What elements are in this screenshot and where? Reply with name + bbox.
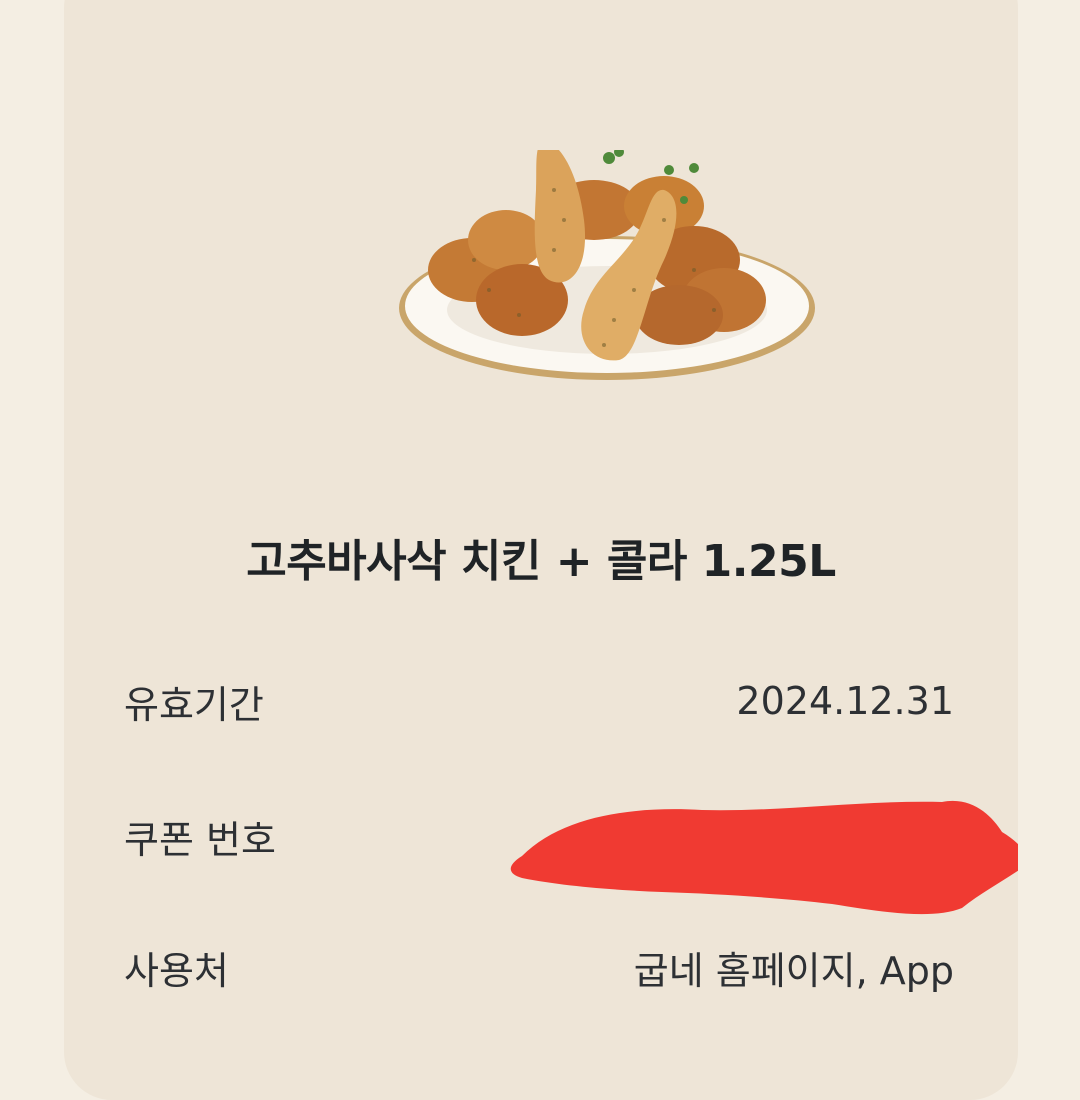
usage-place-label: 사용처	[124, 948, 229, 993]
usage-place-value: 굽네 홈페이지, App	[633, 948, 954, 993]
detail-row-expiry: 유효기간 2024.12.31	[124, 671, 954, 731]
product-title: 고추바사삭 치킨 + 콜라 1.25L	[246, 536, 836, 587]
coupon-number-label: 쿠폰 번호	[124, 817, 276, 862]
detail-row-usage-place: 사용처 굽네 홈페이지, App	[124, 937, 954, 997]
expiry-label: 유효기간	[124, 682, 264, 727]
product-image	[399, 150, 815, 380]
coupon-card: 고추바사삭 치킨 + 콜라 1.25L 유효기간 2024.12.31 쿠폰 번…	[64, 0, 1018, 1100]
redaction-mark	[510, 800, 1018, 915]
expiry-value: 2024.12.31	[736, 679, 954, 723]
